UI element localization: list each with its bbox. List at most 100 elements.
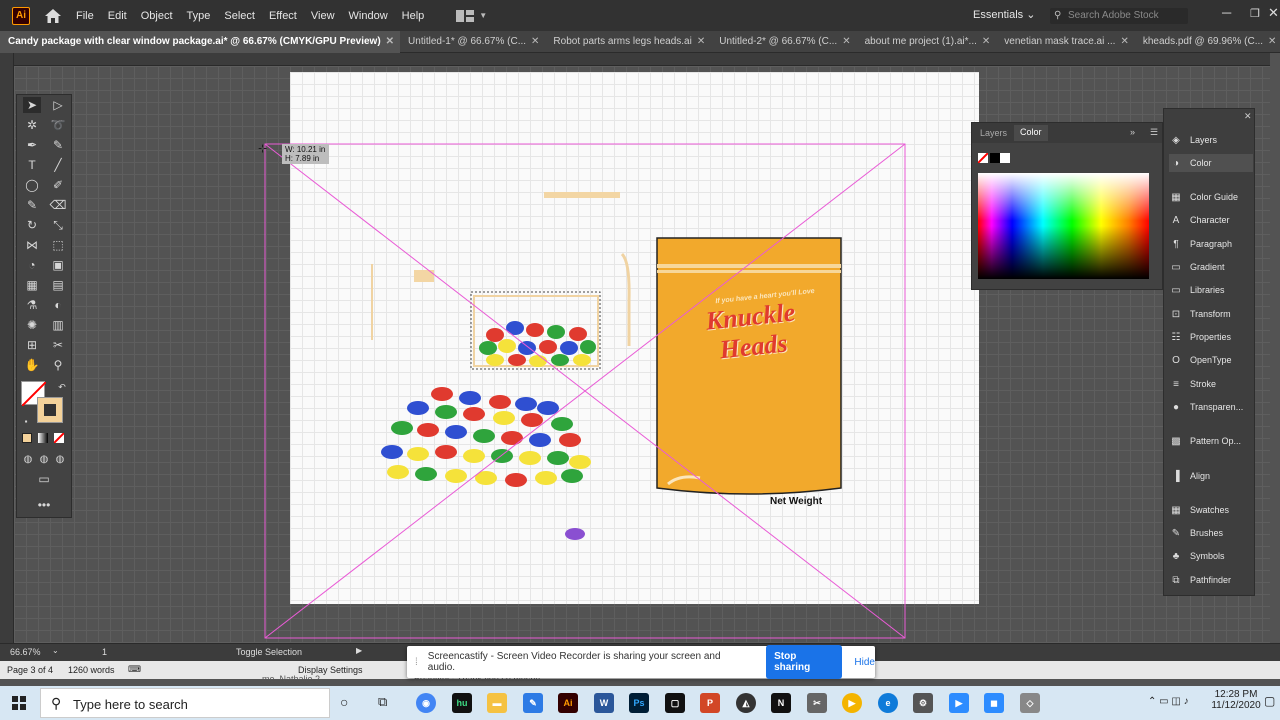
illustrator-taskbar-icon[interactable]: Ai xyxy=(558,693,578,713)
file-explorer-icon[interactable]: ▬ xyxy=(487,693,507,713)
color-spectrum[interactable] xyxy=(978,173,1149,279)
drag-handle-icon[interactable]: ⁞ xyxy=(415,657,418,668)
snipping-icon[interactable]: ✂ xyxy=(807,693,827,713)
collapse-icon[interactable]: » xyxy=(1130,127,1135,137)
pen-tool-icon[interactable]: ✒ xyxy=(23,137,41,153)
paintbrush-icon[interactable]: ✐ xyxy=(49,177,67,193)
live-paint-icon[interactable]: ▣ xyxy=(49,257,67,273)
status-mode[interactable]: Toggle Selection xyxy=(236,647,302,657)
dock-layers[interactable]: ◈ Layers xyxy=(1169,131,1253,149)
shaper-tool-icon[interactable]: ✎ xyxy=(23,197,41,213)
cortana-icon[interactable]: ○ xyxy=(340,694,348,710)
candy-pile[interactable] xyxy=(381,387,591,487)
eraser-icon[interactable]: ⌫ xyxy=(49,197,67,213)
close-icon[interactable]: ✕ xyxy=(1244,111,1252,122)
chrome-icon[interactable]: ◉ xyxy=(416,693,436,713)
chevron-down-icon[interactable]: ⌄ xyxy=(52,646,59,655)
photoshop-icon[interactable]: Ps xyxy=(629,693,649,713)
screen-mode-icon[interactable]: ▭ xyxy=(35,471,53,487)
whiteboard-icon[interactable]: ✎ xyxy=(523,693,543,713)
dock-paragraph[interactable]: ¶ Paragraph xyxy=(1169,235,1253,253)
curvature-tool-icon[interactable]: ✎ xyxy=(49,137,67,153)
media-player-icon[interactable]: ▶ xyxy=(842,693,862,713)
page-indicator[interactable]: Page 3 of 4 xyxy=(7,665,53,675)
swap-colors-icon[interactable]: ↶ xyxy=(53,379,71,395)
panel-menu-icon[interactable]: ☰ xyxy=(1150,127,1158,138)
edge-icon[interactable]: e xyxy=(878,693,898,713)
none-mode-icon[interactable] xyxy=(53,432,65,444)
hide-button[interactable]: Hide xyxy=(854,657,875,668)
dock-align[interactable]: ▐ Align xyxy=(1169,467,1253,485)
hand-tool-icon[interactable]: ✋ xyxy=(23,357,41,373)
direct-selection-tool-icon[interactable]: ▷ xyxy=(49,97,67,113)
line-tool-icon[interactable]: ╱ xyxy=(49,157,67,173)
app-icon[interactable]: ▢ xyxy=(665,693,685,713)
ellipse-tool-icon[interactable]: ◯ xyxy=(23,177,41,193)
tab-color[interactable]: Color xyxy=(1014,125,1048,141)
dock-gradient[interactable]: ▭ Gradient xyxy=(1169,258,1253,276)
black-swatch[interactable] xyxy=(990,153,1000,163)
settings-icon[interactable]: ⚙ xyxy=(913,693,933,713)
magic-wand-icon[interactable]: ✲ xyxy=(23,117,41,133)
dock-opentype[interactable]: O OpenType xyxy=(1169,351,1253,369)
zoom-icon[interactable]: ▶ xyxy=(949,693,969,713)
net-weight-label[interactable]: Net Weight xyxy=(770,496,822,507)
graph-tool-icon[interactable]: ▥ xyxy=(49,317,67,333)
default-colors-icon[interactable]: ▪ xyxy=(17,413,35,429)
slice-tool-icon[interactable]: ✂ xyxy=(49,337,67,353)
system-tray-icons[interactable]: ⌃ ▭ ◫ ♪ xyxy=(1148,696,1189,707)
type-tool-icon[interactable]: T xyxy=(23,157,41,173)
zoom-meeting-icon[interactable]: ◼ xyxy=(984,693,1004,713)
stroke-swatch[interactable] xyxy=(37,397,63,423)
play-icon[interactable]: ▶ xyxy=(356,646,362,655)
dock-character[interactable]: A Character xyxy=(1169,211,1253,229)
mesh-tool-icon[interactable]: ▦ xyxy=(23,277,41,293)
lasso-icon[interactable]: ➰ xyxy=(49,117,67,133)
dock-brushes[interactable]: ✎ Brushes xyxy=(1169,524,1253,542)
clock[interactable]: 12:28 PM 11/12/2020 xyxy=(1210,689,1262,711)
hulu-icon[interactable]: hu xyxy=(452,693,472,713)
none-swatch[interactable] xyxy=(977,152,989,164)
notifications-icon[interactable]: ▢ xyxy=(1264,694,1275,708)
stop-sharing-button[interactable]: Stop sharing xyxy=(766,645,843,679)
notion-icon[interactable]: N xyxy=(771,693,791,713)
word-count[interactable]: 1260 words xyxy=(68,665,115,675)
artboard-tool-icon[interactable]: ⊞ xyxy=(23,337,41,353)
inkscape-icon[interactable]: ◭ xyxy=(736,693,756,713)
free-transform-icon[interactable]: ⬚ xyxy=(49,237,67,253)
faint-strip-top[interactable] xyxy=(544,192,620,198)
dock-stroke[interactable]: ≡ Stroke xyxy=(1169,375,1253,393)
faint-curve-right[interactable] xyxy=(620,252,631,346)
windows-start-icon[interactable] xyxy=(12,696,26,710)
dock-pattern-options[interactable]: ▩ Pattern Op... xyxy=(1169,432,1253,450)
window-candies[interactable] xyxy=(479,321,596,367)
word-icon[interactable]: W xyxy=(594,693,614,713)
dock-libraries[interactable]: ▭ Libraries xyxy=(1169,281,1253,299)
tray-app-icon[interactable]: ◇ xyxy=(1020,693,1040,713)
color-mode-icon[interactable] xyxy=(22,433,32,443)
more-tools-icon[interactable]: ••• xyxy=(35,497,53,513)
dock-color-guide[interactable]: ▦ Color Guide xyxy=(1169,188,1253,206)
dock-symbols[interactable]: ♣ Symbols xyxy=(1169,547,1253,565)
artboard-number[interactable]: 1 xyxy=(102,647,107,657)
gradient-mode-icon[interactable] xyxy=(38,433,48,443)
dock-transparency[interactable]: ● Transparen... xyxy=(1169,398,1253,416)
shape-builder-icon[interactable]: ◔ xyxy=(23,257,41,273)
dock-color[interactable]: ◑ Color xyxy=(1169,154,1253,172)
selection-tool-icon[interactable]: ➤ xyxy=(23,97,41,113)
powerpoint-icon[interactable]: P xyxy=(700,693,720,713)
blend-tool-icon[interactable]: ◐ xyxy=(49,297,67,313)
scale-tool-icon[interactable]: ⤡ xyxy=(49,217,67,233)
rotate-tool-icon[interactable]: ↻ xyxy=(23,217,41,233)
eyedropper-icon[interactable]: ⚗ xyxy=(23,297,41,313)
zoom-tool-icon[interactable]: ⚲ xyxy=(49,357,67,373)
dock-swatches[interactable]: ▦ Swatches xyxy=(1169,501,1253,519)
width-tool-icon[interactable]: ⋈ xyxy=(23,237,41,253)
tab-layers[interactable]: Layers xyxy=(980,128,1007,138)
dock-transform[interactable]: ⊡ Transform xyxy=(1169,305,1253,323)
proofing-icon[interactable]: ⌨ xyxy=(128,664,141,675)
gradient-tool-icon[interactable]: ▤ xyxy=(49,277,67,293)
dock-pathfinder[interactable]: ⧉ Pathfinder xyxy=(1169,571,1253,589)
dock-properties[interactable]: ☷ Properties xyxy=(1169,328,1253,346)
single-candy[interactable] xyxy=(565,528,585,540)
